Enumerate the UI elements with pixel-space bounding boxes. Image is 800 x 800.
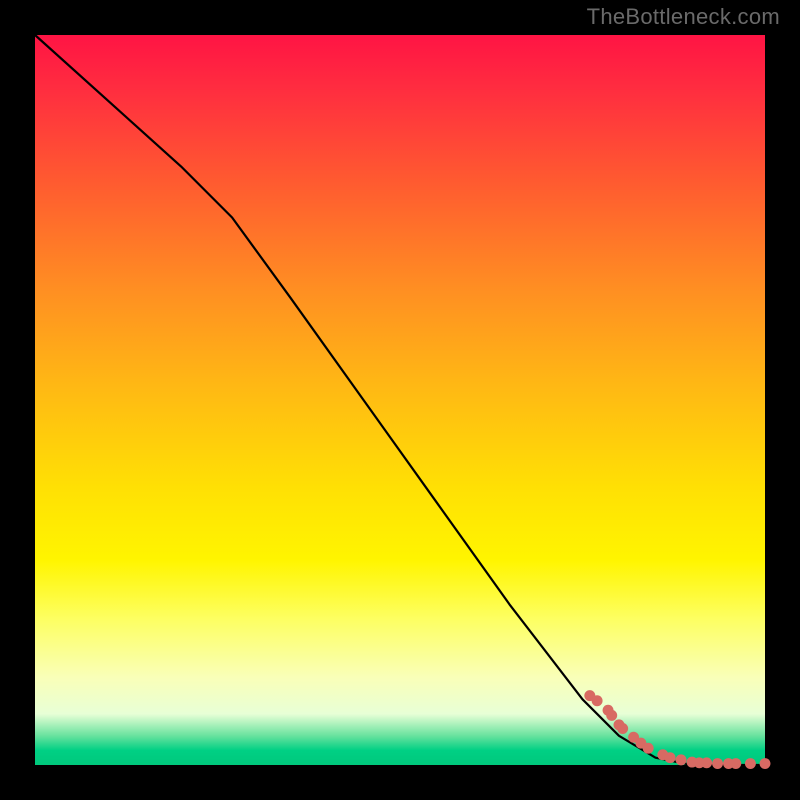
data-dot bbox=[701, 757, 712, 768]
plot-area bbox=[35, 35, 765, 765]
chart-overlay bbox=[35, 35, 765, 765]
curve-line bbox=[35, 35, 765, 765]
data-dot bbox=[592, 695, 603, 706]
data-dot bbox=[760, 758, 771, 769]
data-dot bbox=[730, 758, 741, 769]
data-dot bbox=[617, 723, 628, 734]
data-dot bbox=[665, 752, 676, 763]
chart-frame: TheBottleneck.com bbox=[0, 0, 800, 800]
data-dot bbox=[643, 743, 654, 754]
data-dot bbox=[712, 758, 723, 769]
data-dot bbox=[676, 754, 687, 765]
data-dot bbox=[606, 710, 617, 721]
watermark-text: TheBottleneck.com bbox=[587, 4, 780, 30]
data-dot bbox=[745, 758, 756, 769]
